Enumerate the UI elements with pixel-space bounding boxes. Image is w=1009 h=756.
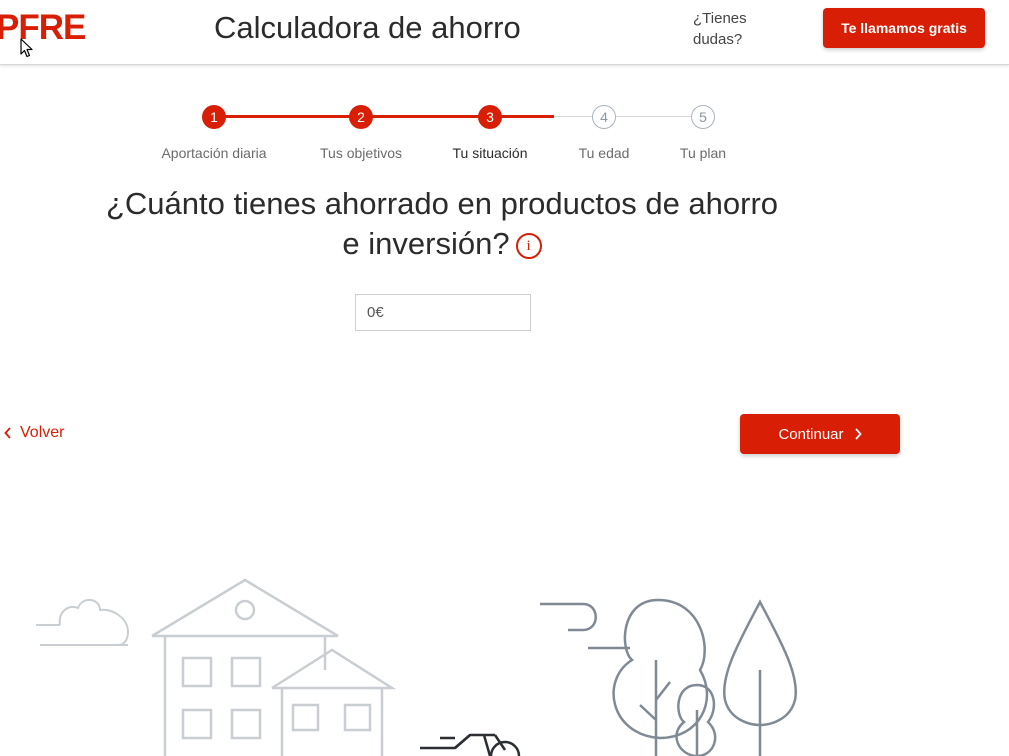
step-1-circle[interactable]: 1 bbox=[202, 105, 226, 129]
continue-label: Continuar bbox=[778, 425, 844, 443]
step-5-label: Tu plan bbox=[679, 145, 727, 161]
step-5-circle: 5 bbox=[691, 105, 715, 129]
city-illustration bbox=[36, 578, 798, 756]
bicycle-icon bbox=[420, 733, 521, 756]
back-label: Volver bbox=[20, 424, 65, 441]
header: PFRE Calculadora de ahorro ¿Tienes dudas… bbox=[0, 0, 1009, 65]
stepper-line-completed bbox=[214, 115, 554, 118]
savings-amount-input[interactable] bbox=[355, 294, 531, 331]
step-2-circle[interactable]: 2 bbox=[349, 105, 373, 129]
back-link[interactable]: Volver bbox=[4, 424, 64, 442]
step-3-label: Tu situación bbox=[452, 145, 528, 161]
step-4-circle: 4 bbox=[592, 105, 616, 129]
step-2-label: Tus objetivos bbox=[320, 145, 402, 161]
wind-icon bbox=[540, 602, 630, 650]
question-heading: ¿Cuánto tienes ahorrado en productos de … bbox=[100, 184, 784, 264]
info-icon[interactable]: i bbox=[515, 232, 542, 259]
small-house-icon bbox=[271, 648, 397, 756]
question-text: ¿Cuánto tienes ahorrado en productos de … bbox=[105, 186, 779, 261]
tree-icon bbox=[612, 598, 798, 756]
doubts-link[interactable]: ¿Tienes dudas? bbox=[693, 8, 763, 50]
mouse-cursor-icon bbox=[20, 38, 33, 58]
step-1-label: Aportación diaria bbox=[161, 145, 267, 161]
brand-logo[interactable]: PFRE bbox=[0, 8, 86, 48]
continue-button[interactable]: Continuar bbox=[740, 414, 900, 454]
stepper-line-pending bbox=[554, 116, 703, 117]
chevron-right-icon bbox=[854, 428, 862, 440]
chevron-left-icon bbox=[4, 427, 11, 439]
call-me-button[interactable]: Te llamamos gratis bbox=[823, 8, 985, 48]
progress-stepper: 1 2 3 4 5 Aportación diaria Tus objetivo… bbox=[0, 100, 1009, 170]
page-title: Calculadora de ahorro bbox=[214, 10, 521, 45]
step-3-circle: 3 bbox=[478, 105, 502, 129]
cloud-icon bbox=[36, 599, 130, 646]
step-4-label: Tu edad bbox=[578, 145, 630, 161]
